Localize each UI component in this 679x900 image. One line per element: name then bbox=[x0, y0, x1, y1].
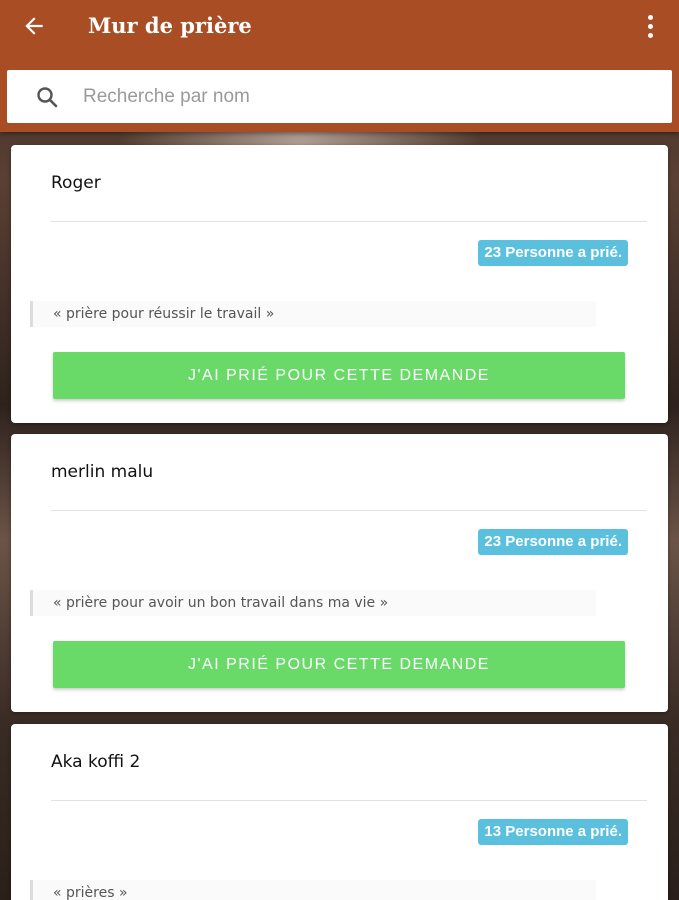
prayed-button[interactable]: J'AI PRIÉ POUR CETTE DEMANDE bbox=[53, 352, 625, 399]
search-bar bbox=[7, 70, 672, 123]
divider bbox=[51, 510, 647, 511]
page-title: Mur de prière bbox=[88, 13, 252, 38]
requester-name: Aka koffi 2 bbox=[51, 752, 141, 772]
prayer-count-badge: 23 Personne a prié. bbox=[478, 240, 628, 266]
prayer-card: Roger 23 Personne a prié. « prière pour … bbox=[11, 145, 668, 423]
more-vertical-icon bbox=[647, 14, 653, 20]
prayed-button[interactable]: J'AI PRIÉ POUR CETTE DEMANDE bbox=[53, 641, 625, 688]
arrow-left-icon bbox=[25, 17, 43, 35]
requester-name: merlin malu bbox=[51, 462, 154, 482]
divider bbox=[51, 221, 647, 222]
prayer-count-badge: 23 Personne a prié. bbox=[478, 529, 628, 555]
divider bbox=[51, 800, 647, 801]
app-bar: Mur de prière bbox=[0, 0, 679, 132]
prayer-card: Aka koffi 2 13 Personne a prié. « prière… bbox=[11, 724, 668, 900]
overflow-menu-button[interactable] bbox=[634, 8, 666, 44]
search-icon bbox=[37, 87, 58, 108]
back-button[interactable] bbox=[14, 8, 54, 44]
prayer-count-badge: 13 Personne a prié. bbox=[478, 819, 628, 845]
prayer-card: merlin malu 23 Personne a prié. « prière… bbox=[11, 434, 668, 712]
requester-name: Roger bbox=[51, 173, 101, 193]
search-input[interactable] bbox=[73, 70, 653, 123]
prayer-request-text: « prière pour avoir un bon travail dans … bbox=[30, 590, 596, 616]
prayer-request-text: « prières » bbox=[30, 880, 596, 900]
prayer-request-text: « prière pour réussir le travail » bbox=[30, 301, 596, 327]
